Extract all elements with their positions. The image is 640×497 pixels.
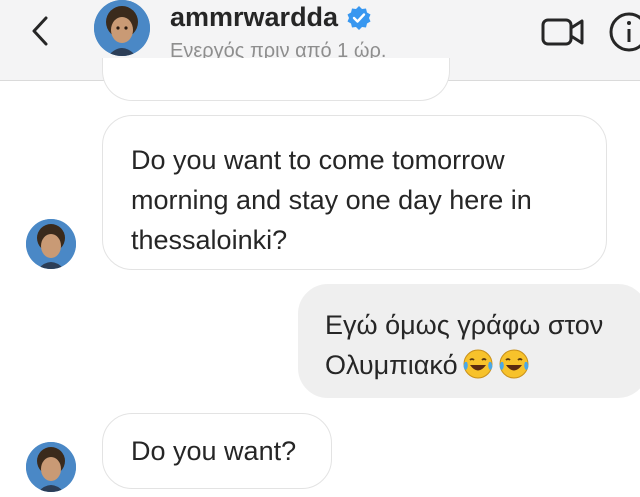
message-text: Do you want to come tomorrow morning and… — [131, 145, 532, 255]
profile-photo-icon — [26, 442, 76, 492]
incoming-message-bubble[interactable]: Do you want to come tomorrow morning and… — [102, 115, 607, 270]
incoming-message-bubble[interactable]: Do you want? — [102, 413, 332, 489]
previous-message-bubble — [102, 58, 450, 101]
message-text: Do you want? — [131, 436, 297, 466]
outgoing-message-bubble[interactable]: Εγώ όμως γράφω στον Ολυμπιακό — [298, 284, 640, 398]
video-call-icon[interactable] — [540, 14, 588, 50]
sender-avatar[interactable] — [26, 442, 76, 492]
profile-photo-icon — [94, 0, 150, 56]
tears-of-joy-emoji-icon — [463, 349, 493, 379]
tears-of-joy-emoji-icon — [499, 349, 529, 379]
username-text: ammrwardda — [170, 2, 339, 32]
verified-badge-icon — [347, 5, 371, 30]
sender-avatar[interactable] — [26, 219, 76, 269]
profile-photo-icon — [26, 219, 76, 269]
header-username[interactable]: ammrwardda — [170, 2, 372, 33]
back-arrow-icon[interactable] — [22, 14, 62, 48]
info-icon[interactable] — [607, 10, 640, 54]
header-avatar[interactable] — [94, 0, 150, 56]
